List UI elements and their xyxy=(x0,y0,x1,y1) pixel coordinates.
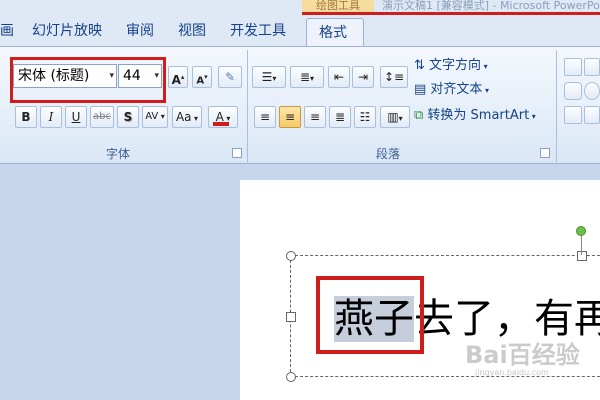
resize-handle-icon[interactable] xyxy=(286,372,296,382)
change-case-button[interactable]: Aa ▾ xyxy=(172,106,202,128)
justify-button[interactable]: ≣ xyxy=(329,106,351,128)
bold-button[interactable]: B xyxy=(15,106,37,128)
group-separator xyxy=(556,50,557,162)
text-direction-label: 文字方向 xyxy=(429,58,482,73)
font-highlight-box xyxy=(10,57,166,103)
rotate-handle-icon[interactable] xyxy=(576,226,586,236)
text-direction-button[interactable]: ⇅ 文字方向 ▾ xyxy=(414,56,488,77)
shrink-font-button[interactable]: A▾ xyxy=(192,66,212,88)
tab-draw[interactable]: 画 xyxy=(0,16,14,46)
title-highlight-line xyxy=(302,12,600,15)
distributed-icon: ☷ xyxy=(359,110,371,124)
text-direction-icon: ⇅ xyxy=(414,58,430,73)
freeform-shape-icon[interactable] xyxy=(564,106,582,124)
ribbon-tabs: 画 幻灯片放映 审阅 视图 开发工具 xyxy=(0,16,600,46)
font-group-label: 字体 xyxy=(106,147,131,161)
columns-icon: ▥ xyxy=(387,110,399,124)
increase-indent-button[interactable]: ⇥ xyxy=(352,66,374,88)
text-highlight-box xyxy=(316,276,424,354)
italic-button[interactable]: I xyxy=(40,106,62,128)
convert-smartart-button[interactable]: ⧉ 转换为 SmartArt ▾ xyxy=(414,106,536,127)
font-color-button[interactable]: A ▾ xyxy=(208,106,238,128)
smartart-icon: ⧉ xyxy=(414,108,428,123)
paragraph-dialog-launcher-icon[interactable] xyxy=(540,148,550,158)
strikethrough-button[interactable]: abc xyxy=(90,106,114,128)
shadow-button[interactable]: S xyxy=(117,106,139,128)
tab-developer[interactable]: 开发工具 xyxy=(230,16,286,46)
tab-format[interactable]: 格式 xyxy=(306,18,364,46)
bullets-icon: ☰ xyxy=(261,70,273,84)
tab-format-label: 格式 xyxy=(319,25,347,41)
justify-icon: ≣ xyxy=(334,110,346,124)
line-spacing-icon: ↕≡ xyxy=(383,70,405,84)
align-right-icon: ≡ xyxy=(309,110,321,124)
font-color-swatch xyxy=(213,122,229,126)
align-right-button[interactable]: ≡ xyxy=(304,106,326,128)
contextual-tab-drawing-tools[interactable]: 绘图工具 xyxy=(302,0,374,12)
align-center-button[interactable]: ≡ xyxy=(279,106,301,128)
align-left-button[interactable]: ≡ xyxy=(254,106,276,128)
align-text-icon: ▤ xyxy=(414,82,431,97)
rectangle-shape-icon[interactable] xyxy=(564,82,582,100)
rotate-stem xyxy=(581,236,582,255)
increase-indent-icon: ⇥ xyxy=(357,70,369,84)
align-left-icon: ≡ xyxy=(259,110,271,124)
grow-font-button[interactable]: A▴ xyxy=(168,66,188,88)
change-case-icon: Aa xyxy=(175,110,192,124)
align-text-button[interactable]: ▤ 对齐文本 ▾ xyxy=(414,80,489,101)
font-dialog-launcher-icon[interactable] xyxy=(232,148,242,158)
align-text-label: 对齐文本 xyxy=(430,82,483,97)
numbering-icon: ≣ xyxy=(299,70,311,84)
decrease-indent-button[interactable]: ⇤ xyxy=(328,66,350,88)
decrease-indent-icon: ⇤ xyxy=(333,70,345,84)
horizontal-textbox-shape-icon[interactable] xyxy=(584,58,600,76)
line-spacing-button[interactable]: ↕≡ xyxy=(380,66,408,88)
brace-shape-icon[interactable] xyxy=(584,106,600,124)
tab-view[interactable]: 视图 xyxy=(178,16,206,46)
columns-button[interactable]: ▥▾ xyxy=(380,106,410,128)
clear-formatting-button[interactable]: ✎ xyxy=(218,66,242,88)
bullets-button[interactable]: ☰▾ xyxy=(252,66,286,88)
watermark-url: jingyan.baidu.com xyxy=(475,368,549,377)
grow-font-icon: A xyxy=(171,73,181,87)
convert-smartart-label: 转换为 SmartArt xyxy=(427,108,530,123)
underline-button[interactable]: U xyxy=(65,106,87,128)
tab-review[interactable]: 审阅 xyxy=(126,16,154,46)
clear-formatting-icon: ✎ xyxy=(224,70,236,84)
paragraph-group-label: 段落 xyxy=(376,147,401,161)
resize-handle-icon[interactable] xyxy=(286,251,296,261)
group-separator xyxy=(247,50,248,162)
tab-slideshow[interactable]: 幻灯片放映 xyxy=(32,16,102,46)
char-spacing-icon: AV xyxy=(145,111,159,122)
textbox-shape-icon[interactable] xyxy=(564,58,582,76)
oval-shape-icon[interactable] xyxy=(584,82,600,100)
resize-handle-icon[interactable] xyxy=(286,312,296,322)
align-center-icon: ≡ xyxy=(284,110,296,124)
window-title: 演示文稿1 [兼容模式] - Microsoft PowerPoint xyxy=(382,0,600,12)
resize-handle-icon[interactable] xyxy=(577,251,587,261)
numbering-button[interactable]: ≣▾ xyxy=(290,66,324,88)
shrink-font-icon: A xyxy=(196,75,205,87)
char-spacing-button[interactable]: AV ▾ xyxy=(142,106,168,128)
distributed-button[interactable]: ☷ xyxy=(354,106,376,128)
